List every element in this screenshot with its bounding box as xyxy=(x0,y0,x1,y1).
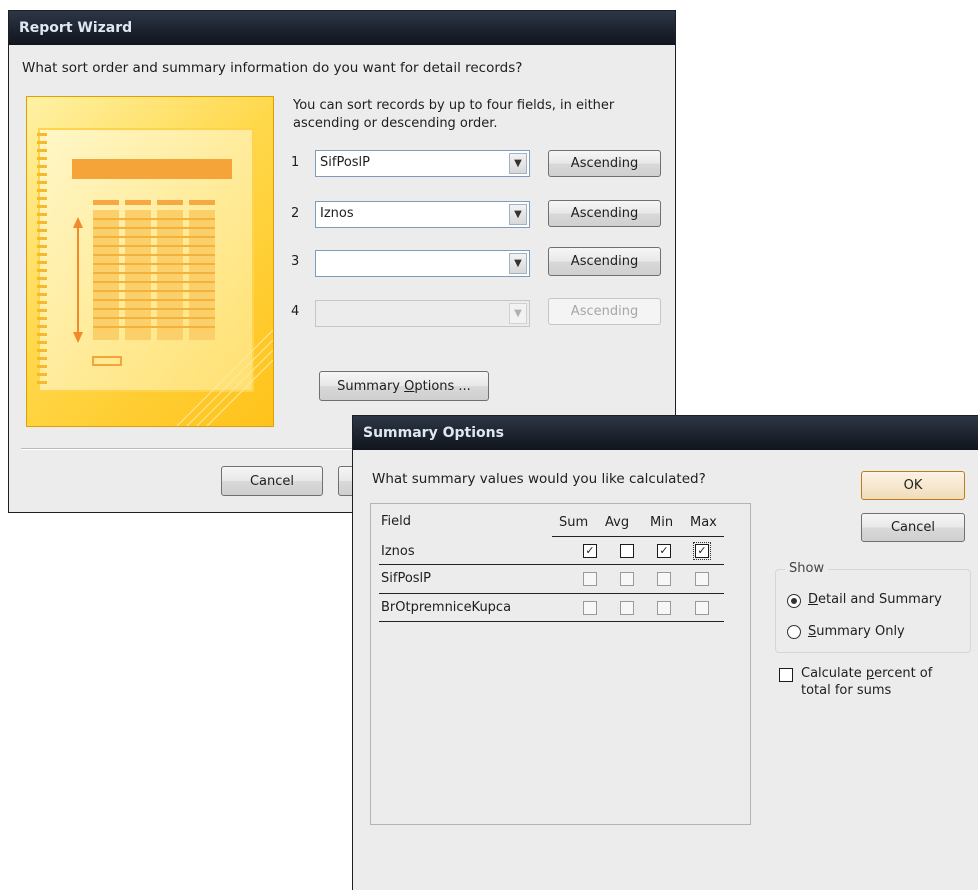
show-group xyxy=(775,569,971,653)
calculate-percent-checkbox[interactable] xyxy=(779,668,793,682)
row-separator xyxy=(379,593,724,594)
summary-cancel-button[interactable]: Cancel xyxy=(861,513,965,542)
sum-checkbox[interactable] xyxy=(583,601,597,615)
sort-field-value: SifPoslP xyxy=(320,155,370,170)
sort-field-value: Iznos xyxy=(320,206,354,221)
chevron-down-icon[interactable]: ▼ xyxy=(509,204,527,225)
summary-only-radio[interactable] xyxy=(787,625,801,639)
show-group-label: Show xyxy=(785,561,829,576)
header-separator xyxy=(552,536,724,537)
max-checkbox[interactable] xyxy=(695,572,709,586)
sort-row-number: 4 xyxy=(291,304,300,319)
sort-order-button-1[interactable]: Ascending xyxy=(548,150,661,177)
wizard-cancel-button[interactable]: Cancel xyxy=(221,466,323,496)
summary-field-name: BrOtpremniceKupca xyxy=(381,600,512,615)
column-header-avg: Avg xyxy=(605,515,630,530)
chevron-down-icon[interactable]: ▼ xyxy=(509,303,527,324)
summary-question: What summary values would you like calcu… xyxy=(372,471,706,487)
max-checkbox[interactable]: ✓ xyxy=(693,542,711,560)
ok-button[interactable]: OK xyxy=(861,471,965,500)
summary-options-title: Summary Options xyxy=(363,425,504,441)
report-wizard-question: What sort order and summary information … xyxy=(22,60,523,76)
summary-only-label: Summary Only xyxy=(808,624,905,639)
report-page-icon xyxy=(37,128,274,427)
calculate-percent-label-line-1: Calculate percent of xyxy=(801,666,933,681)
min-checkbox[interactable] xyxy=(657,601,671,615)
sort-row-number: 3 xyxy=(291,254,300,269)
column-header-field: Field xyxy=(381,514,412,529)
sort-row-number: 1 xyxy=(291,155,300,170)
sort-field-combo-4[interactable]: ▼ xyxy=(315,300,530,327)
summary-options-dialog: Summary Options What summary values woul… xyxy=(352,415,978,890)
min-checkbox[interactable]: ✓ xyxy=(657,544,671,558)
max-checkbox[interactable] xyxy=(695,601,709,615)
sort-field-combo-2[interactable]: Iznos ▼ xyxy=(315,201,530,228)
column-header-min: Min xyxy=(650,515,674,530)
column-header-max: Max xyxy=(690,515,717,530)
report-wizard-title-bar[interactable]: Report Wizard xyxy=(9,11,675,45)
sort-info-line-1: You can sort records by up to four field… xyxy=(293,98,615,113)
min-checkbox[interactable] xyxy=(657,572,671,586)
summary-options-button[interactable]: Summary Options ... xyxy=(319,371,489,401)
sort-order-button-3[interactable]: Ascending xyxy=(548,247,661,276)
report-layout-illustration xyxy=(26,96,274,427)
avg-checkbox[interactable] xyxy=(620,601,634,615)
summary-fields-panel: Field Sum Avg Min Max Iznos ✓ ✓ ✓ SifPos… xyxy=(370,503,751,825)
summary-field-name: SifPoslP xyxy=(381,571,431,586)
summary-options-title-bar[interactable]: Summary Options xyxy=(353,416,978,450)
row-separator xyxy=(379,621,724,622)
report-wizard-title: Report Wizard xyxy=(19,20,133,36)
sort-order-button-4[interactable]: Ascending xyxy=(548,298,661,325)
sort-field-combo-1[interactable]: SifPoslP ▼ xyxy=(315,150,530,177)
sort-order-button-2[interactable]: Ascending xyxy=(548,200,661,227)
chevron-down-icon[interactable]: ▼ xyxy=(509,253,527,274)
avg-checkbox[interactable] xyxy=(620,572,634,586)
sort-row-number: 2 xyxy=(291,206,300,221)
row-separator xyxy=(379,564,724,565)
chevron-down-icon[interactable]: ▼ xyxy=(509,153,527,174)
calculate-percent-label-line-2: total for sums xyxy=(801,683,892,698)
avg-checkbox[interactable] xyxy=(620,544,634,558)
column-header-sum: Sum xyxy=(559,515,589,530)
sort-field-combo-3[interactable]: ▼ xyxy=(315,250,530,277)
detail-and-summary-radio[interactable] xyxy=(787,594,801,608)
summary-field-name: Iznos xyxy=(381,544,415,559)
sum-checkbox[interactable] xyxy=(583,572,597,586)
sum-checkbox[interactable]: ✓ xyxy=(583,544,597,558)
detail-and-summary-label: Detail and Summary xyxy=(808,592,942,607)
sort-info-line-2: ascending or descending order. xyxy=(293,116,498,131)
